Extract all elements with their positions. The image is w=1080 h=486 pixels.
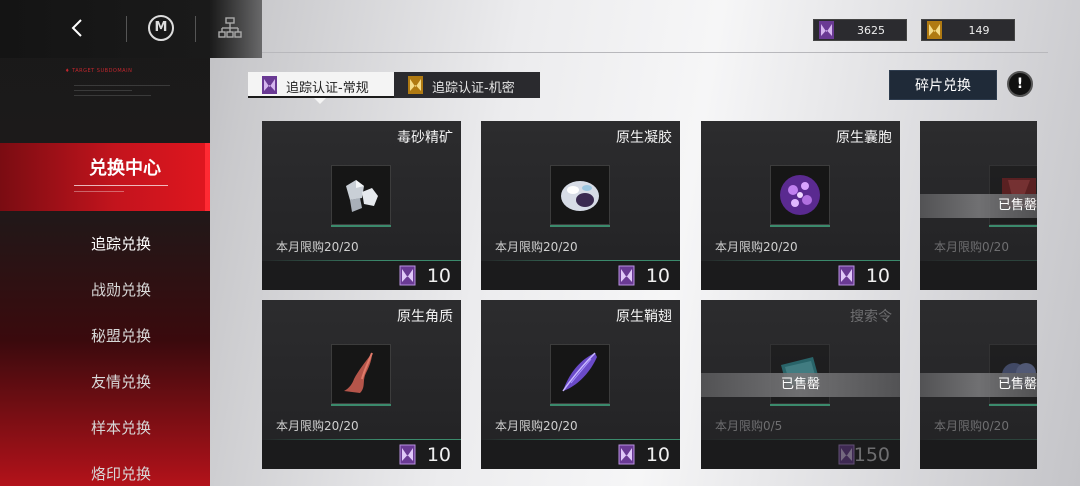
item-price: 10: [426, 444, 451, 466]
purple-badge-icon: [819, 21, 834, 39]
purple-badge-icon: [618, 444, 635, 465]
item-price: 10: [426, 265, 451, 287]
price-bar: [920, 261, 1037, 290]
tab-label: 追踪认证-常规: [286, 81, 369, 96]
sold-out-banner: 已售罄: [701, 373, 900, 397]
purple-badge-icon: [399, 265, 416, 286]
item-name: 搜索令: [850, 309, 892, 325]
purple-badge-icon: [618, 265, 635, 286]
header-line: [262, 52, 1048, 53]
shop-item-card[interactable]: 原生鞘翅本月限购20/20 10: [481, 300, 680, 469]
purchase-limit: 本月限购20/20: [276, 419, 359, 433]
item-image: [770, 165, 830, 225]
back-button[interactable]: [64, 14, 92, 42]
item-price: 150: [853, 444, 890, 466]
price-bar: [920, 440, 1037, 469]
info-button[interactable]: !: [1007, 71, 1033, 97]
purple-badge-icon: [838, 265, 855, 286]
currency-value: 149: [968, 24, 990, 37]
fragment-exchange-button[interactable]: 碎片兑换: [889, 70, 997, 100]
price-bar-line: [262, 439, 461, 440]
shop-item-card[interactable]: 本月限购0/20 已售罄: [920, 300, 1037, 469]
item-image-underline: [770, 225, 830, 227]
currency-purple[interactable]: 3625: [813, 19, 907, 41]
item-price: 10: [645, 265, 670, 287]
sidebar-active-label: 兑换中心: [89, 158, 161, 179]
purple-badge-icon: [262, 76, 277, 94]
divider: [74, 191, 124, 192]
chevron-left-icon: [71, 19, 82, 37]
currency-gold[interactable]: 149: [921, 19, 1015, 41]
shop-item-card[interactable]: 原生凝胶本月限购20/20 10: [481, 121, 680, 290]
price-bar-line: [701, 439, 900, 440]
purchase-limit: 本月限购20/20: [495, 419, 578, 433]
divider: [195, 16, 196, 42]
purchase-limit: 本月限购20/20: [276, 240, 359, 254]
active-indicator: [205, 143, 210, 211]
gold-badge-icon: [408, 76, 423, 94]
purchase-limit: 本月限购20/20: [495, 240, 578, 254]
purple-badge-icon: [838, 444, 855, 465]
shop-item-card[interactable]: 搜索令本月限购0/5 150 已售罄: [701, 300, 900, 469]
tab-label: 追踪认证-机密: [432, 81, 515, 96]
shop-item-card[interactable]: 原生角质本月限购20/20 10: [262, 300, 461, 469]
item-image-underline: [550, 225, 610, 227]
price-bar-line: [481, 260, 680, 261]
purchase-limit: 本月限购20/20: [715, 240, 798, 254]
item-name: 原生鞘翅: [616, 309, 672, 325]
purchase-limit: 本月限购0/20: [934, 240, 1009, 254]
item-image-underline: [331, 404, 391, 406]
item-name: 原生囊胞: [836, 130, 892, 146]
price-bar-line: [262, 260, 461, 261]
price-bar-line: [920, 260, 1037, 261]
decorative-lines: [74, 85, 170, 109]
purchase-limit: 本月限购0/5: [715, 419, 783, 433]
sidebar-item-alliance[interactable]: 秘盟兑换: [91, 325, 151, 346]
sidebar-item-sample[interactable]: 样本兑换: [91, 417, 151, 438]
divider: [74, 185, 168, 186]
gold-badge-icon: [927, 21, 942, 39]
price-bar-line: [920, 439, 1037, 440]
tab-regular[interactable]: 追踪认证-常规: [248, 72, 394, 98]
price-bar-line: [481, 439, 680, 440]
currency-value: 3625: [857, 24, 885, 37]
tab-caret: [314, 98, 326, 104]
item-image-underline: [550, 404, 610, 406]
item-name: 原生角质: [397, 309, 453, 325]
section-tag: ♦ TARGET SUBDOMAIN: [65, 68, 133, 74]
item-image-underline: [770, 404, 830, 406]
item-image-underline: [989, 404, 1037, 406]
item-name: 原生凝胶: [616, 130, 672, 146]
shop-item-card[interactable]: 本月限购0/20 已售罄: [920, 121, 1037, 290]
item-image-underline: [989, 225, 1037, 227]
sold-out-banner: 已售罄: [920, 373, 1037, 397]
sidebar-item-brand[interactable]: 烙印兑换: [91, 463, 151, 484]
m-logo-icon[interactable]: M: [148, 15, 174, 41]
item-image-underline: [331, 225, 391, 227]
item-image: [550, 165, 610, 225]
item-image: [331, 344, 391, 404]
shop-item-card[interactable]: 毒砂精矿本月限购20/20 10: [262, 121, 461, 290]
sidebar-item-merit[interactable]: 战勋兑换: [91, 279, 151, 300]
item-name: 毒砂精矿: [397, 130, 453, 146]
item-price: 10: [865, 265, 890, 287]
hierarchy-icon[interactable]: [218, 16, 242, 40]
divider: [126, 16, 127, 42]
item-image: [331, 165, 391, 225]
sidebar-item-friendship[interactable]: 友情兑换: [91, 371, 151, 392]
sidebar-item-tracking[interactable]: 追踪兑换: [91, 233, 151, 254]
purple-badge-icon: [399, 444, 416, 465]
item-price: 10: [645, 444, 670, 466]
shop-item-card[interactable]: 原生囊胞本月限购20/20 10: [701, 121, 900, 290]
tab-confidential[interactable]: 追踪认证-机密: [394, 72, 540, 98]
price-bar-line: [701, 260, 900, 261]
item-image: [550, 344, 610, 404]
purchase-limit: 本月限购0/20: [934, 419, 1009, 433]
sold-out-banner: 已售罄: [920, 194, 1037, 218]
